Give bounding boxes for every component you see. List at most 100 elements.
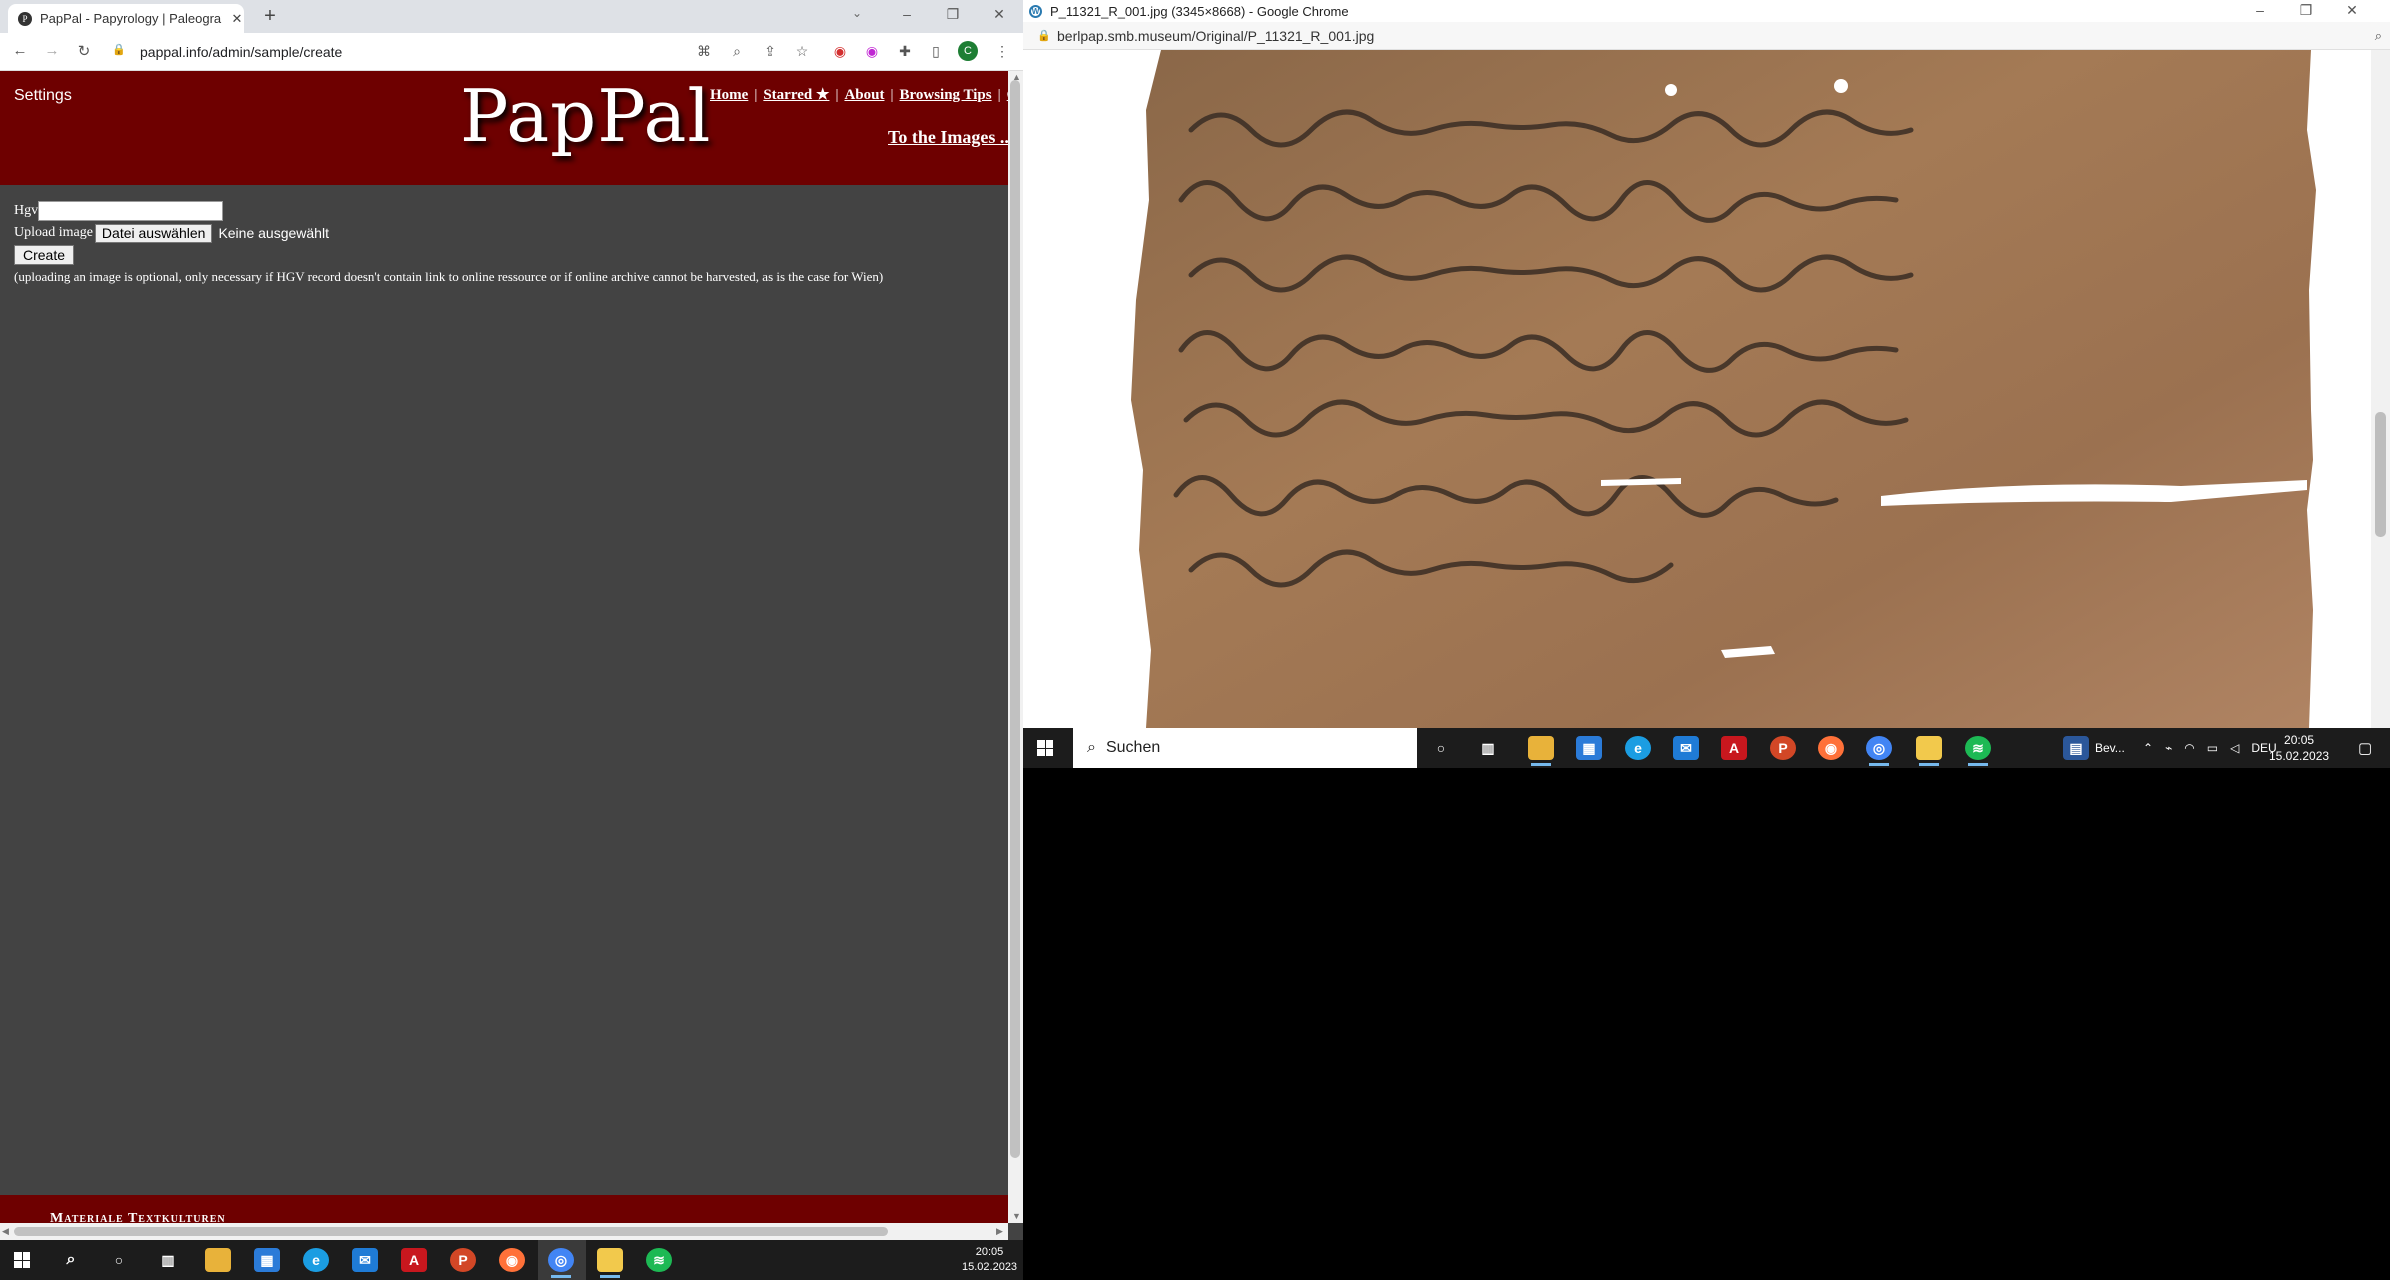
top-nav: Home|Starred ★|About|Browsing Tips|C <box>710 85 1017 104</box>
to-the-images-link[interactable]: To the Images ... <box>888 127 1013 148</box>
edge-icon[interactable]: e <box>303 1248 329 1272</box>
scroll-left-icon[interactable]: ◀ <box>2 1226 9 1237</box>
mail-icon[interactable]: ✉ <box>352 1248 378 1272</box>
tab-pappal[interactable]: P PapPal - Papyrology | Paleography ✕ <box>8 4 244 33</box>
new-tab-icon[interactable]: + <box>258 5 282 28</box>
extension-shield-icon[interactable]: ◉ <box>830 43 850 60</box>
menu-kebab-icon[interactable]: ⋮ <box>992 43 1012 60</box>
hgv-input[interactable] <box>38 201 224 221</box>
pappal-header: Settings PapPal Home | Starred ★ | About | Bro… <box>0 71 1017 185</box>
forward-icon[interactable]: → <box>42 42 62 59</box>
side-panel-icon[interactable]: ▯ <box>926 43 946 60</box>
ms-store-icon[interactable]: ▦ <box>254 1248 280 1272</box>
file-explorer-icon[interactable] <box>1528 736 1554 766</box>
windows-start-icon[interactable] <box>14 1252 30 1268</box>
scroll-down-icon[interactable]: ▼ <box>1012 1211 1021 1221</box>
zoom-icon[interactable]: ⌕ <box>2375 22 2382 50</box>
search-icon[interactable]: ⌕ <box>58 1248 84 1272</box>
windows-start-icon[interactable] <box>1037 740 1053 756</box>
chrome-icon[interactable]: ◎ <box>548 1248 574 1278</box>
task-view-icon[interactable]: ▥ <box>1475 736 1501 760</box>
mail-icon[interactable]: ✉ <box>1673 736 1699 760</box>
share-icon[interactable]: ⇪ <box>760 43 780 60</box>
url-text: pappal.info/admin/sample/create <box>140 44 343 60</box>
create-button[interactable]: Create <box>14 245 75 265</box>
horizontal-scroll-thumb[interactable] <box>14 1227 888 1236</box>
wifi-icon[interactable]: ◠ <box>2184 741 2194 755</box>
search-placeholder: Suchen <box>1105 739 1161 756</box>
bookmark-star-icon[interactable]: ☆ <box>792 43 812 60</box>
nav-browsing-tips[interactable]: Browsing Tips <box>899 87 991 103</box>
cortana-icon[interactable]: ○ <box>106 1248 132 1272</box>
nav-starred[interactable]: Starred ★ <box>763 87 829 103</box>
extension-u-icon[interactable]: ◉ <box>862 43 882 60</box>
scroll-right-icon[interactable]: ▶ <box>996 1226 1003 1237</box>
vertical-scroll-thumb[interactable] <box>1010 80 1020 1158</box>
create-sample-form: Hgv Upload image Datei auswählen Keine a… <box>14 200 1014 288</box>
spotify-icon[interactable]: ≋ <box>1965 736 1991 766</box>
clock-time: 20:05 <box>975 1246 1004 1258</box>
notes-icon[interactable] <box>1916 736 1942 766</box>
acrobat-icon[interactable]: A <box>401 1248 427 1272</box>
bottom-clock[interactable]: 20:05 15.02.2023 <box>962 1240 1017 1280</box>
nav-separator: | <box>890 87 894 103</box>
edge-icon[interactable]: e <box>1625 736 1651 760</box>
extensions-puzzle-icon[interactable]: ✚ <box>895 43 915 60</box>
bottom-taskbar: ⌕ ○ ▥ ▦ e ✉ A P ◉ ◎ ≋ 20:05 15.02.2023 <box>0 1240 1023 1280</box>
translate-icon[interactable]: ⌘ <box>694 43 714 60</box>
pappal-logo[interactable]: PapPal <box>460 74 711 158</box>
right-scroll-thumb[interactable] <box>2375 412 2386 537</box>
right-vertical-scrollbar[interactable] <box>2371 50 2390 728</box>
settings-link[interactable]: Settings <box>14 87 72 105</box>
close-window-icon[interactable]: ✕ <box>976 0 1022 30</box>
nav-home[interactable]: Home <box>710 87 748 103</box>
search-icon: ⌕ <box>1087 739 1096 756</box>
window-title: P_11321_R_001.jpg (3345×8668) - Google C… <box>1050 3 1349 19</box>
pinned-doc-label[interactable]: Bev... <box>2095 728 2125 768</box>
word-doc-icon[interactable]: ▤ <box>2063 736 2089 760</box>
tab-title: PapPal - Papyrology | Paleography <box>40 11 222 26</box>
powerpoint-icon[interactable]: P <box>1770 736 1796 760</box>
zoom-icon[interactable]: ⌕ <box>727 43 747 60</box>
back-icon[interactable]: ← <box>10 42 30 59</box>
window-controls: – ❐ ✕ <box>884 0 1022 30</box>
task-view-icon[interactable]: ▥ <box>155 1248 181 1272</box>
ms-store-icon[interactable]: ▦ <box>1576 736 1602 760</box>
volume-icon[interactable]: ◁ <box>2230 741 2239 755</box>
firefox-icon[interactable]: ◉ <box>499 1248 525 1272</box>
reload-icon[interactable]: ↻ <box>74 42 94 60</box>
cortana-icon[interactable]: ○ <box>1428 736 1454 760</box>
network-icon[interactable]: ⌁ <box>2165 741 2172 755</box>
right-taskbar: ⌕ Suchen ○ ▥ ▦ e ✉ A P ◉ ◎ ≋ ▤ Bev... ⌃ … <box>1023 728 2390 768</box>
site-favicon-icon: P <box>18 11 32 26</box>
powerpoint-icon[interactable]: P <box>450 1248 476 1272</box>
restore-icon[interactable]: ❐ <box>930 0 976 30</box>
clock-date: 15.02.2023 <box>2269 749 2330 763</box>
battery-icon[interactable]: ▭ <box>2207 741 2218 755</box>
spotify-icon[interactable]: ≋ <box>646 1248 672 1272</box>
notes-icon[interactable] <box>597 1248 623 1278</box>
firefox-icon[interactable]: ◉ <box>1818 736 1844 760</box>
nav-about[interactable]: About <box>844 87 884 103</box>
right-address-bar[interactable]: 🔒 berlpap.smb.museum/Original/P_11321_R_… <box>1023 22 2390 50</box>
nav-separator: | <box>754 87 758 103</box>
tray-clock[interactable]: 20:05 15.02.2023 <box>2269 728 2329 768</box>
upload-note: (uploading an image is optional, only ne… <box>14 269 884 284</box>
acrobat-icon[interactable]: A <box>1721 736 1747 760</box>
right-browser-window: W P_11321_R_001.jpg (3345×8668) - Google… <box>1023 0 2390 768</box>
close-tab-icon[interactable]: ✕ <box>230 11 244 27</box>
choose-file-button[interactable]: Datei auswählen <box>94 223 213 243</box>
lock-icon: 🔒 <box>112 44 126 56</box>
chrome-icon[interactable]: ◎ <box>1866 736 1892 766</box>
tray-chevron-icon[interactable]: ⌃ <box>2143 741 2153 755</box>
minimize-icon[interactable]: – <box>884 0 930 30</box>
profile-avatar[interactable]: C <box>958 41 978 61</box>
taskbar-search-box[interactable]: ⌕ Suchen <box>1073 728 1417 768</box>
notification-icon[interactable]: ▢ <box>2358 728 2372 768</box>
scroll-up-icon[interactable]: ▲ <box>1012 72 1021 82</box>
tab-search-icon[interactable]: ⌄ <box>852 6 862 20</box>
create-row: Create <box>14 244 1014 266</box>
left-browser-window: P PapPal - Papyrology | Paleography ✕ + … <box>0 0 1023 1240</box>
file-explorer-icon[interactable] <box>205 1248 231 1272</box>
no-file-chosen-text: Keine ausgewählt <box>218 225 329 241</box>
